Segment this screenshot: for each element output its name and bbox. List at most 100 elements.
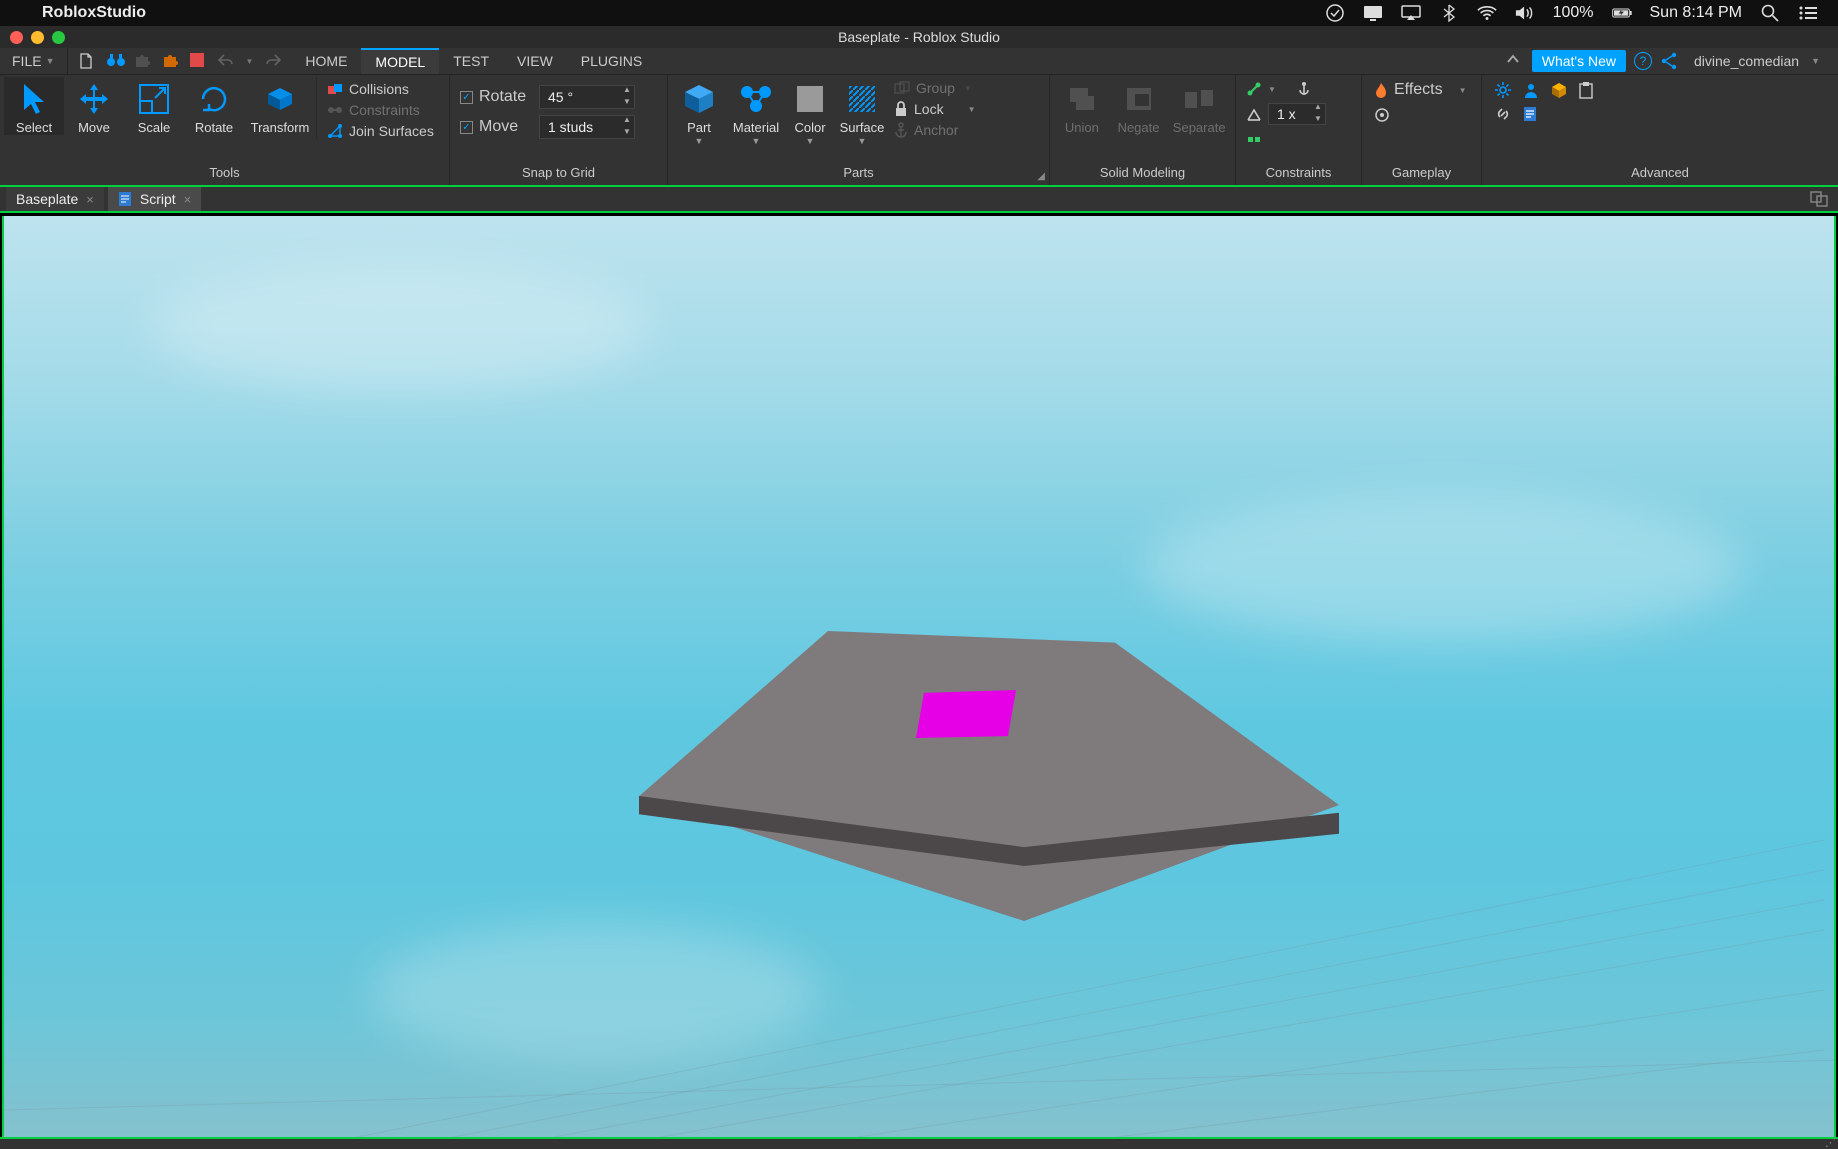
collapse-ribbon-icon[interactable] bbox=[1506, 52, 1524, 70]
tabs-expand-icon[interactable] bbox=[1810, 191, 1828, 207]
snap-move-input[interactable]: ▲▼ bbox=[539, 115, 635, 139]
airplay-icon[interactable] bbox=[1401, 3, 1421, 23]
surface-button[interactable]: Surface▼ bbox=[834, 77, 890, 146]
cursor-icon bbox=[16, 81, 52, 117]
snap-rotate-checkbox[interactable]: ✓ bbox=[460, 91, 473, 104]
menu-list-icon[interactable] bbox=[1798, 3, 1818, 23]
material-icon bbox=[738, 81, 774, 117]
material-button[interactable]: Material▼ bbox=[726, 77, 786, 146]
rotate-icon bbox=[196, 81, 232, 117]
group-title-advanced: Advanced bbox=[1486, 162, 1834, 185]
adv-person-icon[interactable] bbox=[1522, 81, 1544, 99]
group-title-parts: Parts bbox=[672, 162, 1045, 185]
wifi-icon[interactable] bbox=[1477, 3, 1497, 23]
puzzle-icon[interactable] bbox=[162, 53, 178, 69]
union-icon bbox=[1064, 81, 1100, 117]
ribbon: Select Move Scale Rotate Transform Colli… bbox=[0, 74, 1838, 187]
group-button: Group▼ bbox=[894, 80, 976, 96]
share-icon[interactable] bbox=[1660, 52, 1678, 70]
quick-access-row: FILE▼ ▼ HOME MODEL TEST VIEW PLUGINS Wha… bbox=[0, 48, 1838, 74]
insert-part[interactable]: Part▼ bbox=[672, 77, 726, 146]
stepper-down-icon[interactable]: ▼ bbox=[620, 97, 634, 109]
whats-new-button[interactable]: What's New bbox=[1532, 50, 1626, 72]
3d-viewport[interactable] bbox=[2, 216, 1836, 1137]
constraint-attachment-icon[interactable] bbox=[1296, 81, 1312, 97]
constraint-details-icon[interactable] bbox=[1246, 106, 1262, 122]
redo-icon[interactable] bbox=[265, 53, 281, 69]
display-icon[interactable] bbox=[1363, 3, 1383, 23]
menu-model[interactable]: MODEL bbox=[361, 48, 439, 74]
username-label[interactable]: divine_comedian bbox=[1694, 53, 1799, 69]
status-icon-1[interactable] bbox=[1325, 3, 1345, 23]
adv-gear-icon[interactable] bbox=[1494, 81, 1516, 99]
spawn-icon bbox=[1374, 107, 1390, 123]
lock-button[interactable]: Lock▼ bbox=[894, 101, 976, 117]
bluetooth-icon[interactable] bbox=[1439, 3, 1459, 23]
adv-link-icon[interactable] bbox=[1494, 105, 1516, 123]
window-close-button[interactable] bbox=[10, 31, 23, 44]
window-minimize-button[interactable] bbox=[31, 31, 44, 44]
flame-icon bbox=[1374, 82, 1388, 98]
app-name[interactable]: RobloxStudio bbox=[42, 4, 146, 22]
close-tab-icon[interactable]: × bbox=[86, 192, 94, 207]
stop-icon[interactable] bbox=[190, 53, 206, 69]
window-title: Baseplate - Roblox Studio bbox=[838, 29, 1000, 45]
menu-test[interactable]: TEST bbox=[439, 48, 503, 74]
tool-move[interactable]: Move bbox=[64, 77, 124, 135]
stepper-up-icon[interactable]: ▲ bbox=[620, 85, 634, 97]
undo-icon[interactable] bbox=[218, 53, 234, 69]
tab-script[interactable]: Script × bbox=[108, 187, 201, 211]
parts-expand-icon[interactable]: ◢ bbox=[1037, 171, 1045, 182]
separate-icon bbox=[1181, 81, 1217, 117]
group-title-snap: Snap to Grid bbox=[454, 162, 663, 185]
separate-button: Separate bbox=[1167, 77, 1231, 135]
close-tab-icon[interactable]: × bbox=[184, 192, 192, 207]
snap-move-label: Move bbox=[479, 118, 533, 136]
volume-icon[interactable] bbox=[1515, 3, 1535, 23]
file-menu[interactable]: FILE▼ bbox=[0, 48, 68, 74]
tool-transform[interactable]: Transform bbox=[244, 77, 316, 135]
constraint-weld-icon[interactable] bbox=[1246, 131, 1262, 147]
adv-clipboard-icon[interactable] bbox=[1578, 81, 1600, 99]
constraint-dropdown-icon[interactable]: ▼ bbox=[1268, 85, 1276, 94]
username-dropdown[interactable]: ▼ bbox=[1811, 56, 1820, 66]
window-maximize-button[interactable] bbox=[52, 31, 65, 44]
undo-dropdown[interactable]: ▼ bbox=[246, 57, 254, 66]
menu-home[interactable]: HOME bbox=[291, 48, 361, 74]
snap-move-checkbox[interactable]: ✓ bbox=[460, 121, 473, 134]
adv-cube-icon[interactable] bbox=[1550, 81, 1572, 99]
negate-button: Negate bbox=[1110, 77, 1168, 135]
menu-view[interactable]: VIEW bbox=[503, 48, 567, 74]
adv-script-icon[interactable] bbox=[1522, 105, 1544, 123]
toggle-join-surfaces[interactable]: Join Surfaces bbox=[327, 123, 434, 139]
tab-baseplate[interactable]: Baseplate × bbox=[6, 187, 104, 211]
resize-grip-icon[interactable]: ⋰ bbox=[1825, 1136, 1836, 1149]
scale-icon bbox=[136, 81, 172, 117]
group-title-gameplay: Gameplay bbox=[1366, 162, 1477, 185]
cube-icon bbox=[681, 81, 717, 117]
lock-icon bbox=[894, 101, 908, 117]
binoculars-icon[interactable] bbox=[106, 53, 122, 69]
tool-rotate[interactable]: Rotate bbox=[184, 77, 244, 135]
toggle-collisions[interactable]: Collisions bbox=[327, 81, 434, 97]
stepper-down-icon[interactable]: ▼ bbox=[620, 127, 634, 139]
effects-button[interactable]: Effects▼ bbox=[1374, 81, 1467, 99]
constraint-create-icon[interactable] bbox=[1246, 81, 1262, 97]
snap-rotate-input[interactable]: ▲▼ bbox=[539, 85, 635, 109]
constraint-scale-input[interactable]: ▲▼ bbox=[1268, 103, 1326, 125]
help-icon[interactable]: ? bbox=[1634, 52, 1652, 70]
stepper-up-icon[interactable]: ▲ bbox=[620, 115, 634, 127]
menu-plugins[interactable]: PLUGINS bbox=[567, 48, 656, 74]
constraints-icon bbox=[327, 102, 343, 118]
statusbar: ⋰ bbox=[0, 1137, 1838, 1149]
script-tab-icon bbox=[118, 191, 132, 207]
group-icon bbox=[894, 81, 910, 95]
color-button[interactable]: Color▼ bbox=[786, 77, 834, 146]
tool-scale[interactable]: Scale bbox=[124, 77, 184, 135]
menubar-clock[interactable]: Sun 8:14 PM bbox=[1650, 4, 1743, 22]
spotlight-icon[interactable] bbox=[1760, 3, 1780, 23]
battery-icon[interactable] bbox=[1612, 3, 1632, 23]
spawn-button[interactable] bbox=[1374, 107, 1390, 123]
new-file-icon[interactable] bbox=[78, 53, 94, 69]
tool-select[interactable]: Select bbox=[4, 77, 64, 135]
